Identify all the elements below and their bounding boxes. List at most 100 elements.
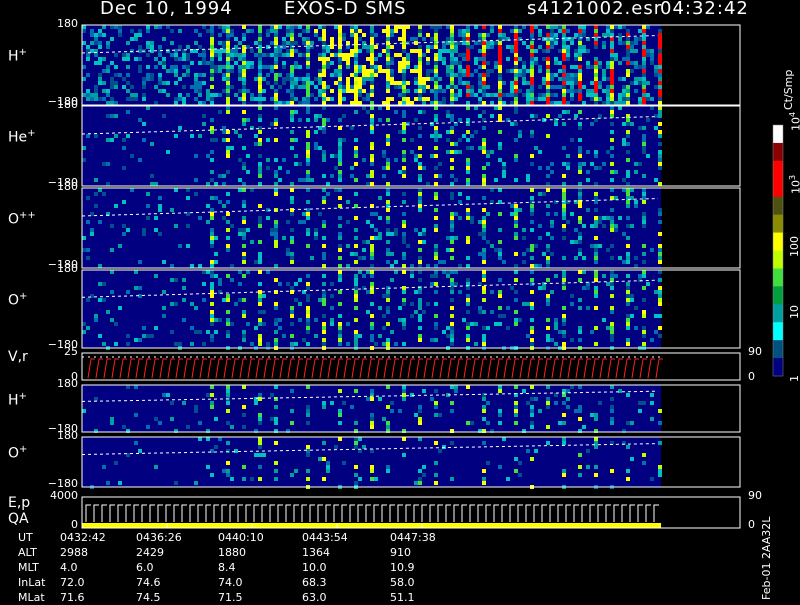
spectrogram-cell — [482, 81, 486, 85]
spectrogram-cell — [598, 166, 602, 170]
spectrogram-cell — [526, 69, 530, 73]
spectrogram-cell — [290, 130, 294, 134]
spectrogram-cell — [478, 65, 482, 69]
spectrogram-cell — [354, 236, 358, 240]
spectrogram-cell — [234, 302, 238, 306]
spectrogram-cell — [502, 314, 506, 318]
spectrogram-cell — [534, 244, 538, 248]
spectrogram-cell — [194, 409, 198, 413]
spectrogram-cell — [610, 77, 614, 81]
spectrogram-cell — [214, 65, 218, 69]
spectrogram-cell — [582, 29, 586, 33]
spectrogram-cell — [370, 33, 374, 37]
spectrogram-cell — [518, 461, 522, 465]
spectrogram-cell — [454, 389, 458, 393]
spectrogram-cell — [234, 37, 238, 41]
spectrogram-cell — [314, 142, 318, 146]
spectrogram-cell — [322, 65, 326, 69]
spectrogram-cell — [642, 134, 646, 138]
spectrogram-cell — [570, 89, 574, 93]
spectrogram-cell — [258, 322, 262, 326]
spectrogram-cell — [114, 204, 118, 208]
spectrogram-cell — [346, 45, 350, 49]
spectrogram-cell — [362, 248, 366, 252]
spectrogram-cell — [198, 61, 202, 65]
spectrogram-cell — [306, 41, 310, 45]
spectrogram-cell — [306, 449, 310, 453]
spectrogram-cell — [242, 85, 246, 89]
spectrogram-cell — [314, 236, 318, 240]
spectrogram-cell — [526, 45, 530, 49]
spectrogram-cell — [122, 224, 126, 228]
spectrogram-cell — [398, 306, 402, 310]
spectrogram-cell — [278, 166, 282, 170]
spectrogram-cell — [646, 25, 650, 29]
spectrogram-cell — [450, 85, 454, 89]
spectrogram-cell — [566, 166, 570, 170]
spectrogram-cell — [586, 49, 590, 53]
spectrogram-cell — [278, 282, 282, 286]
spectrogram-cell — [578, 122, 582, 126]
spectrogram-cell — [334, 445, 338, 449]
spectrogram-cell — [418, 196, 422, 200]
spectrogram-cell — [442, 97, 446, 101]
spectrogram-cell — [462, 37, 466, 41]
spectrogram-cell — [374, 477, 378, 481]
spectrogram-cell — [578, 453, 582, 457]
spectrogram-cell — [402, 166, 406, 170]
spectrogram-cell — [386, 192, 390, 196]
spectrogram-cell — [322, 342, 326, 346]
spectrogram-cell — [450, 240, 454, 244]
spectrogram-cell — [274, 182, 278, 186]
spectrogram-cell — [626, 69, 630, 73]
spectrogram-cell — [498, 465, 502, 469]
spectrogram-cell — [526, 248, 530, 252]
spectrogram-cell — [514, 457, 518, 461]
spectrogram-cell — [298, 25, 302, 29]
spectrogram-cell — [214, 274, 218, 278]
spectrogram-cell — [370, 417, 374, 421]
spectrogram-cell — [258, 106, 262, 110]
spectrogram-cell — [122, 85, 126, 89]
colorbar-swatch — [773, 214, 783, 234]
spectrogram-cell — [470, 134, 474, 138]
spectrogram-cell — [626, 342, 630, 346]
spectrogram-cell — [322, 81, 326, 85]
spectrogram-cell — [418, 174, 422, 178]
spectrogram-cell — [306, 25, 310, 29]
spectrogram-cell — [146, 192, 150, 196]
spectrogram-cell — [650, 97, 654, 101]
spectrogram-cell — [218, 69, 222, 73]
spectrogram-cell — [522, 69, 526, 73]
spectrogram-cell — [214, 69, 218, 73]
spectrogram-cell — [602, 69, 606, 73]
spectrogram-cell — [386, 53, 390, 57]
spectrogram-cell — [274, 220, 278, 224]
spectrogram-cell — [626, 326, 630, 330]
spectrogram-cell — [410, 150, 414, 154]
spectrogram-cell — [258, 73, 262, 77]
spectrogram-cell — [530, 421, 534, 425]
spectrogram-cell — [610, 286, 614, 290]
spectrogram-cell — [478, 220, 482, 224]
spectrogram-cell — [338, 290, 342, 294]
colorbar-tick: 1 — [788, 375, 800, 382]
spectrogram-cell — [386, 228, 390, 232]
spectrogram-cell — [214, 138, 218, 142]
spectrogram-cell — [402, 69, 406, 73]
spectrogram-cell — [522, 389, 526, 393]
spectrogram-cell — [354, 154, 358, 158]
spectrogram-cell — [338, 334, 342, 338]
spectrogram-cell — [630, 122, 634, 126]
spectrogram-cell — [226, 200, 230, 204]
spectrogram-cell — [326, 192, 330, 196]
spectrogram-cell — [274, 93, 278, 97]
spectrogram-cell — [222, 469, 226, 473]
spectrogram-cell — [386, 85, 390, 89]
spectrogram-cell — [626, 314, 630, 318]
spectrogram-cell — [274, 306, 278, 310]
spectrogram-cell — [422, 310, 426, 314]
spectrogram-cell — [422, 473, 426, 477]
spectrogram-cell — [638, 162, 642, 166]
spectrogram-cell — [382, 49, 386, 53]
